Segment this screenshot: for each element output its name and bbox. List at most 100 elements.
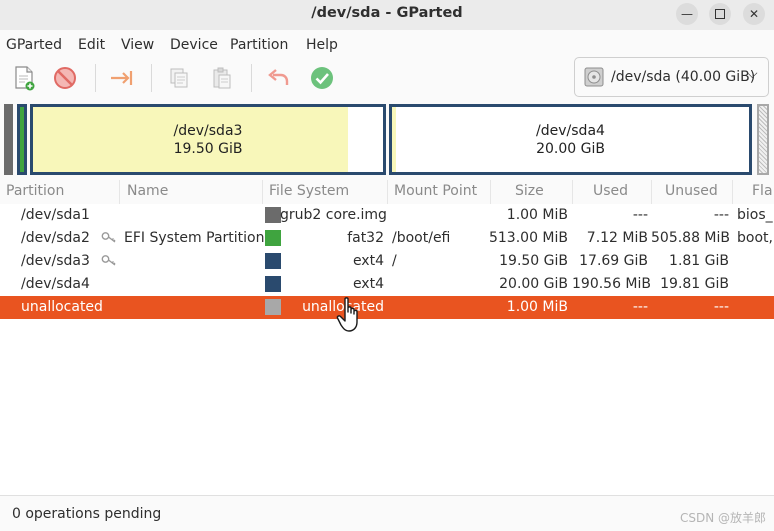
diskmap-sda3-size: 19.50 GiB xyxy=(173,141,243,157)
cell-mount-point: / xyxy=(392,253,397,269)
column-divider xyxy=(262,180,263,204)
cell-partition: /dev/sda3 xyxy=(21,253,90,269)
chevron-down-icon: ⌵ xyxy=(747,66,758,82)
cell-size: 20.00 GiB xyxy=(499,276,568,292)
diskmap-sda1[interactable] xyxy=(4,104,13,175)
copy-button[interactable] xyxy=(165,64,193,92)
paste-icon xyxy=(213,67,231,89)
cell-unused: 505.88 MiB xyxy=(651,230,731,246)
fs-color-swatch xyxy=(265,207,281,223)
diskmap-sda3[interactable]: /dev/sda3 19.50 GiB xyxy=(30,104,386,175)
delete-partition-button[interactable] xyxy=(51,64,79,92)
diskmap-unallocated[interactable] xyxy=(757,104,769,175)
resize-move-button[interactable] xyxy=(108,64,136,92)
column-divider xyxy=(119,180,120,204)
column-divider xyxy=(572,180,573,204)
device-selector[interactable]: /dev/sda (40.00 GiB) ⌵ xyxy=(574,57,769,97)
maximize-icon xyxy=(715,9,725,19)
cell-file-system: grub2 core.img xyxy=(280,207,387,223)
column-file-system[interactable]: File System xyxy=(269,183,349,199)
column-divider xyxy=(651,180,652,204)
key-icon xyxy=(101,231,117,248)
paste-button[interactable] xyxy=(208,64,236,92)
column-size[interactable]: Size xyxy=(515,183,544,199)
watermark: CSDN @放羊郎 xyxy=(679,511,766,525)
cell-file-system: ext4 xyxy=(352,253,384,269)
menu-gparted[interactable]: GParted xyxy=(6,37,62,53)
column-divider xyxy=(732,180,733,204)
toolbar-separator xyxy=(151,64,152,92)
status-bar: 0 operations pending CSDN @放羊郎 xyxy=(0,495,774,531)
column-used[interactable]: Used xyxy=(593,183,628,199)
fs-color-swatch xyxy=(265,230,281,246)
apply-icon xyxy=(311,67,333,89)
fs-color-swatch xyxy=(265,299,281,315)
diskmap-sda4[interactable]: /dev/sda4 20.00 GiB xyxy=(389,104,752,175)
cell-used: --- xyxy=(632,207,648,223)
cell-unused: 19.81 GiB xyxy=(660,276,729,292)
column-divider xyxy=(490,180,491,204)
cell-used: 7.12 MiB xyxy=(586,230,648,246)
cell-partition: unallocated xyxy=(21,299,103,315)
menu-help[interactable]: Help xyxy=(306,37,338,53)
cell-file-system: unallocated xyxy=(302,299,384,315)
undo-icon xyxy=(268,69,289,85)
cell-size: 19.50 GiB xyxy=(499,253,568,269)
cell-used: 190.56 MiB xyxy=(572,276,652,292)
apply-button[interactable] xyxy=(308,64,336,92)
resize-move-icon xyxy=(111,71,133,85)
new-partition-button[interactable] xyxy=(10,64,38,92)
table-header: Partition Name File System Mount Point S… xyxy=(0,180,774,204)
cell-file-system: ext4 xyxy=(352,276,384,292)
used-space-fill xyxy=(33,107,348,172)
menu-device[interactable]: Device xyxy=(170,37,218,53)
cell-used: 17.69 GiB xyxy=(579,253,648,269)
delete-icon xyxy=(54,67,76,89)
column-flags[interactable]: Fla xyxy=(752,183,773,199)
cell-mount-point: /boot/efi xyxy=(392,230,451,246)
cell-size: 1.00 MiB xyxy=(506,207,568,223)
cell-size: 1.00 MiB xyxy=(506,299,568,315)
used-space-fill xyxy=(392,107,396,172)
fs-color-swatch xyxy=(265,276,281,292)
fs-color-swatch xyxy=(265,253,281,269)
toolbar-separator xyxy=(251,64,252,92)
close-button[interactable]: ✕ xyxy=(743,3,765,25)
copy-icon xyxy=(170,68,188,88)
column-unused[interactable]: Unused xyxy=(665,183,718,199)
disk-map: /dev/sda3 19.50 GiB /dev/sda4 20.00 GiB xyxy=(0,100,774,178)
maximize-button[interactable] xyxy=(709,3,731,25)
menu-partition[interactable]: Partition xyxy=(230,37,288,53)
cell-flags: boot, xyxy=(737,230,773,246)
table-row[interactable]: /dev/sda3 ext4 / 19.50 GiB 17.69 GiB 1.81 GiB xyxy=(0,250,774,273)
cell-partition: /dev/sda1 xyxy=(21,207,90,223)
cell-unused: --- xyxy=(713,299,729,315)
column-partition[interactable]: Partition xyxy=(6,183,64,199)
column-name[interactable]: Name xyxy=(127,183,168,199)
cell-unused: 1.81 GiB xyxy=(669,253,729,269)
toolbar-separator xyxy=(95,64,96,92)
cell-name: EFI System Partition xyxy=(124,230,265,246)
diskmap-sda4-size: 20.00 GiB xyxy=(536,141,605,157)
hand-cursor-icon xyxy=(336,297,358,332)
table-row[interactable]: /dev/sda4 ext4 20.00 GiB 190.56 MiB 19.81 Gi… xyxy=(0,273,774,296)
table-row[interactable]: /dev/sda1 grub2 core.img 1.00 MiB --- --- bio… xyxy=(0,204,774,227)
partition-table: Partition Name File System Mount Point S… xyxy=(0,180,774,495)
column-mount-point[interactable]: Mount Point xyxy=(394,183,477,199)
diskmap-sda2[interactable] xyxy=(17,104,27,175)
minimize-button[interactable]: — xyxy=(676,3,698,25)
menu-view[interactable]: View xyxy=(121,37,154,53)
diskmap-sda4-name: /dev/sda4 xyxy=(536,123,605,139)
menu-edit[interactable]: Edit xyxy=(78,37,105,53)
table-row[interactable]: /dev/sda2 EFI System Partition fat32/boot/… xyxy=(0,227,774,250)
status-text: 0 operations pending xyxy=(12,506,162,522)
window-title: /dev/sda - GParted xyxy=(311,5,463,21)
minimize-icon: — xyxy=(681,7,693,21)
device-label: /dev/sda (40.00 GiB) xyxy=(611,69,756,85)
cell-size: 513.00 MiB xyxy=(488,230,568,246)
diskmap-sda3-name: /dev/sda3 xyxy=(173,123,243,139)
cell-unused: --- xyxy=(713,207,729,223)
cell-partition: /dev/sda4 xyxy=(21,276,90,292)
undo-button[interactable] xyxy=(265,64,293,92)
table-row[interactable]: unallocated unallocated 1.00 MiB --- --- xyxy=(0,296,774,319)
